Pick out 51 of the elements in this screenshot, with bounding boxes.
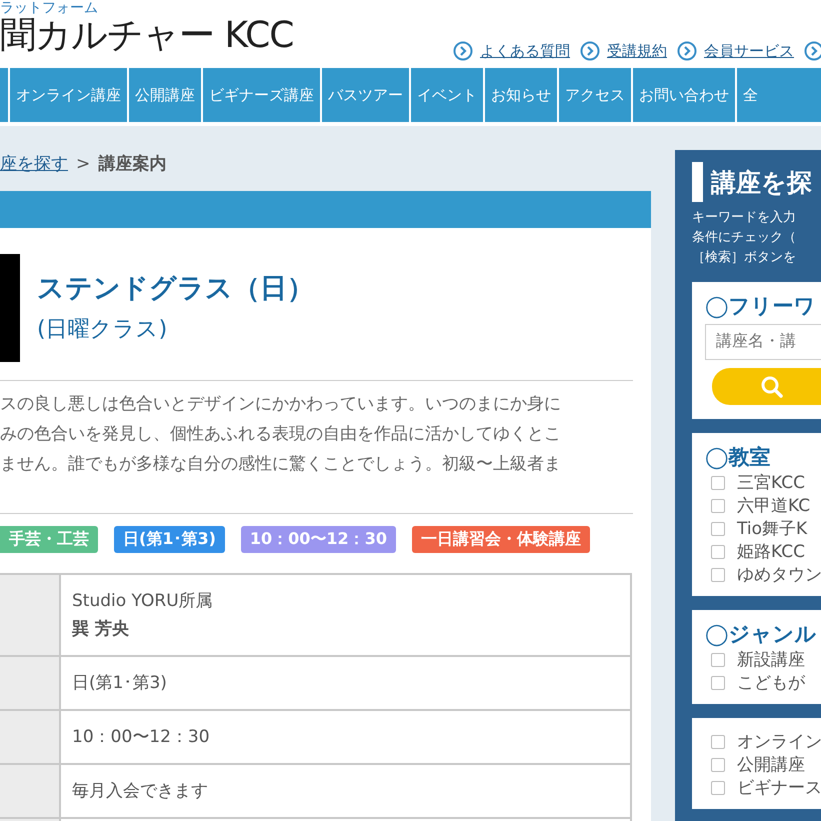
checkbox-label[interactable]: ビギナース <box>737 778 821 798</box>
chevron-circle-icon <box>453 41 473 61</box>
tag: 10：00〜12：30 <box>240 526 396 553</box>
course-description: スの良し悪しは色合いとデザインにかかわっています。いつのまにか身に みの色合いを発見し、個性あふれる表現の自由を作品に活かしてゆくとこ ません。誰でもが多様な自分の感性に驚くことでしょう。初級〜上級者ま <box>0 393 562 476</box>
checkbox-label[interactable]: Tio舞子K <box>737 518 808 538</box>
checkbox[interactable] <box>711 758 725 772</box>
search-button[interactable] <box>712 368 821 405</box>
table-cell: 10：00〜12：30 <box>61 711 632 763</box>
sidebar-title: 講座を探 <box>711 166 812 198</box>
title-bar-icon <box>692 162 703 202</box>
table-cell: 毎月入会できます <box>61 765 632 817</box>
checkbox-label[interactable]: オンライン <box>737 732 821 752</box>
checkbox[interactable] <box>711 780 725 794</box>
checkbox-label[interactable]: 新設講座 <box>737 650 805 670</box>
checkbox[interactable] <box>711 676 725 690</box>
header-link[interactable]: よくある質問 <box>453 41 570 61</box>
keyword-field[interactable]: 講座名・講 <box>705 324 821 360</box>
breadcrumb-current: 講座案内 <box>98 153 166 175</box>
checkbox[interactable] <box>711 544 725 558</box>
header-link[interactable]: 受講規約 <box>580 41 667 61</box>
course-subtitle: (日曜クラス) <box>37 316 168 344</box>
table-cell: Studio YORU所属 巽 芳央 <box>61 575 632 655</box>
tag: 日(第1･第3) <box>114 526 225 553</box>
chevron-circle-icon <box>677 41 697 61</box>
chevron-circle-icon <box>580 41 600 61</box>
header-link[interactable]: 会員サービス <box>677 41 794 61</box>
logo[interactable]: 聞カルチャー KCC <box>0 16 294 56</box>
sidebar-instructions: キーワードを入力 条件にチェック（ ［検索］ボタンを <box>692 209 797 267</box>
search-icon <box>760 374 784 398</box>
table-cell: 日(第1･第3) <box>61 657 632 709</box>
checkbox[interactable] <box>711 498 725 512</box>
section-heading: ◯教室 <box>705 444 772 471</box>
breadcrumb-link[interactable]: 座を探す <box>0 152 68 175</box>
section-heading: ◯ジャンル <box>705 621 818 648</box>
section-heading: ◯フリーワ <box>705 293 817 320</box>
checkbox-label[interactable]: 公開講座 <box>737 754 805 774</box>
checkbox[interactable] <box>711 568 725 582</box>
checkbox[interactable] <box>711 522 725 536</box>
checkbox-label[interactable]: ゆめタウン <box>737 564 821 584</box>
checkbox-label[interactable]: 六甲道KC <box>737 496 810 516</box>
logo-tagline: ラットフォーム <box>0 0 98 16</box>
checkbox[interactable] <box>711 734 725 748</box>
tag: 手芸・工芸 <box>0 526 98 553</box>
checkbox-label[interactable]: こどもが <box>737 672 805 692</box>
course-title: ステンドグラス（日） <box>37 272 314 306</box>
checkbox-label[interactable]: 姫路KCC <box>737 542 805 562</box>
checkbox-label[interactable]: 三宮KCC <box>737 472 805 492</box>
checkbox[interactable] <box>711 652 725 666</box>
tag: 一日講習会・体験講座 <box>412 526 590 553</box>
breadcrumb-separator: > <box>76 154 90 174</box>
checkbox[interactable] <box>711 476 725 490</box>
